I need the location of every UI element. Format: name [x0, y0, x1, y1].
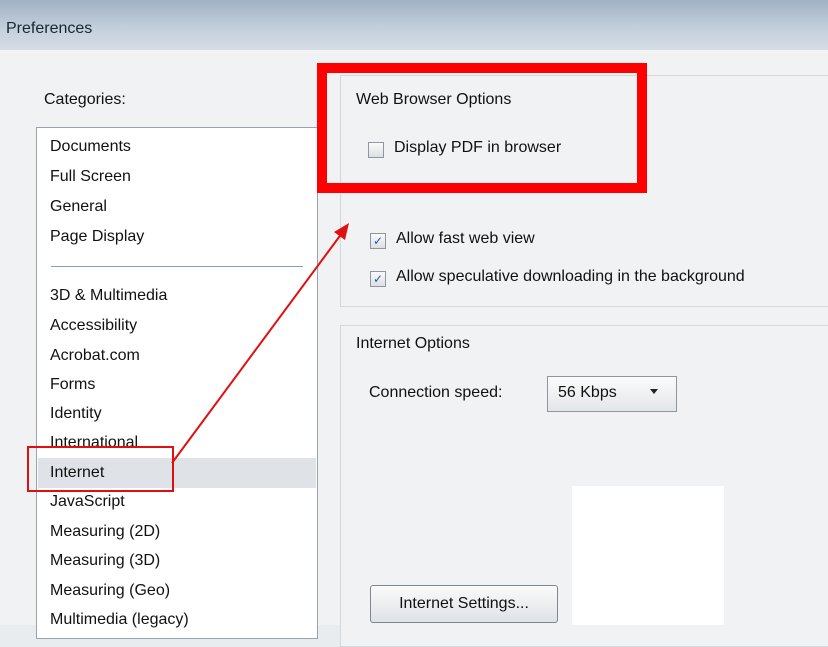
chevron-down-icon[interactable]: [650, 389, 658, 394]
internet-settings-button[interactable]: Internet Settings...: [370, 585, 558, 623]
window-titlebar: Preferences: [0, 0, 828, 50]
categories-label: Categories:: [44, 91, 126, 108]
category-measuring-2d[interactable]: Measuring (2D): [50, 523, 160, 541]
category-identity[interactable]: Identity: [50, 405, 102, 423]
category-documents[interactable]: Documents: [50, 138, 131, 156]
connection-speed-label: Connection speed:: [369, 384, 503, 401]
internet-category-highlight-box: [27, 446, 174, 492]
category-accessibility[interactable]: Accessibility: [50, 317, 137, 335]
window-title: Preferences: [6, 20, 93, 37]
connection-speed-value: 56 Kbps: [558, 384, 617, 401]
category-javascript[interactable]: JavaScript: [50, 493, 125, 511]
category-page-display[interactable]: Page Display: [50, 228, 144, 246]
fast-web-view-label[interactable]: Allow fast web view: [396, 230, 535, 248]
category-measuring-3d[interactable]: Measuring (3D): [50, 552, 160, 570]
connection-speed-select[interactable]: 56 Kbps: [547, 376, 677, 412]
category-forms[interactable]: Forms: [50, 376, 95, 394]
category-full-screen[interactable]: Full Screen: [50, 168, 131, 186]
category-multimedia-legacy[interactable]: Multimedia (legacy): [50, 611, 189, 629]
speculative-download-checkbox[interactable]: ✓: [370, 271, 386, 287]
category-acrobat-com[interactable]: Acrobat.com: [50, 347, 140, 365]
internet-options-title: Internet Options: [356, 335, 470, 352]
blank-panel: [572, 486, 724, 625]
speculative-download-label[interactable]: Allow speculative downloading in the bac…: [396, 268, 745, 286]
category-measuring-geo[interactable]: Measuring (Geo): [50, 582, 170, 600]
category-general[interactable]: General: [50, 198, 107, 216]
web-options-highlight-box: [317, 63, 647, 193]
fast-web-view-checkbox[interactable]: ✓: [370, 233, 386, 249]
category-separator: [51, 266, 303, 267]
category-3d-multimedia[interactable]: 3D & Multimedia: [50, 287, 167, 305]
categories-list[interactable]: Documents Full Screen General Page Displ…: [36, 127, 318, 639]
